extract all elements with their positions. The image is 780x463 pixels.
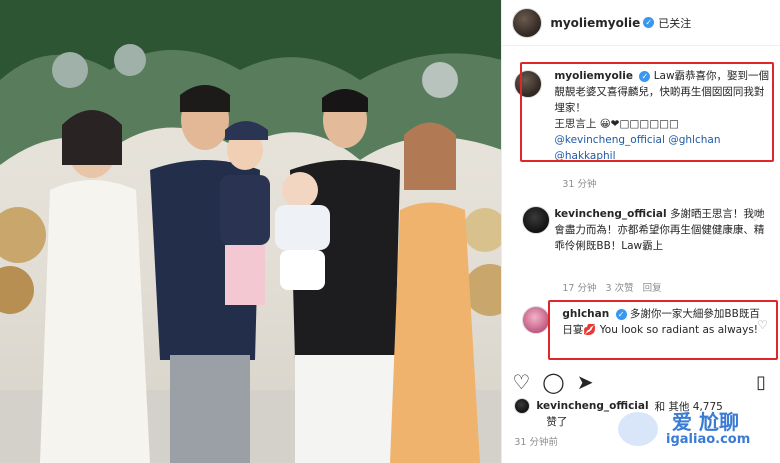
post-header: myoliemyolie ✓ 已关注 bbox=[502, 0, 780, 46]
verified-badge-icon: ✓ bbox=[643, 17, 655, 28]
post-actions: ♡ ◯ ➤ bbox=[512, 370, 593, 394]
watermark-logo-icon bbox=[618, 412, 658, 446]
comment-icon[interactable]: ◯ bbox=[542, 370, 564, 394]
watermark-line1: 爱 尬聊 bbox=[672, 410, 739, 434]
highlight-box bbox=[520, 62, 775, 162]
post-photo[interactable] bbox=[0, 0, 502, 463]
comment-time: 31 分钟 bbox=[562, 179, 597, 190]
header-username[interactable]: myoliemyolie bbox=[550, 16, 640, 30]
like-heart-icon[interactable]: ♡ bbox=[512, 370, 530, 394]
instagram-post: myoliemyolie ✓ 已关注 myoliemyolie ✓ Law霸恭喜… bbox=[0, 0, 780, 463]
bookmark-icon[interactable]: ▯ bbox=[756, 372, 766, 393]
heart-icon[interactable]: ♡ bbox=[750, 210, 761, 224]
comment-time: 17 分钟 bbox=[562, 283, 597, 294]
likes-line2: 赞了 bbox=[546, 416, 568, 428]
avatar[interactable] bbox=[522, 306, 551, 334]
reply-link[interactable]: 回复 bbox=[643, 283, 662, 294]
comment-meta: 17 分钟 3 次赞 回复 bbox=[562, 280, 661, 294]
comment-body: kevincheng_official 多謝晒王思言！我哋會盡力而為！亦都希望你… bbox=[554, 206, 769, 254]
avatar[interactable] bbox=[512, 7, 543, 38]
comments-panel: myoliemyolie ✓ 已关注 myoliemyolie ✓ Law霸恭喜… bbox=[501, 0, 780, 463]
avatar[interactable] bbox=[522, 206, 551, 234]
avatar[interactable] bbox=[514, 398, 531, 414]
comment-likes[interactable]: 3 次赞 bbox=[606, 283, 634, 294]
highlight-box bbox=[548, 300, 779, 360]
watermark-line2: igaliao.com bbox=[666, 432, 751, 447]
comment-username[interactable]: kevincheng_official bbox=[554, 208, 666, 220]
family-photo bbox=[0, 0, 502, 463]
share-icon[interactable]: ➤ bbox=[577, 370, 594, 394]
follow-status[interactable]: 已关注 bbox=[658, 15, 691, 31]
watermark: 爱 尬聊 igaliao.com bbox=[602, 404, 772, 454]
post-time: 31 分钟前 bbox=[514, 437, 558, 448]
